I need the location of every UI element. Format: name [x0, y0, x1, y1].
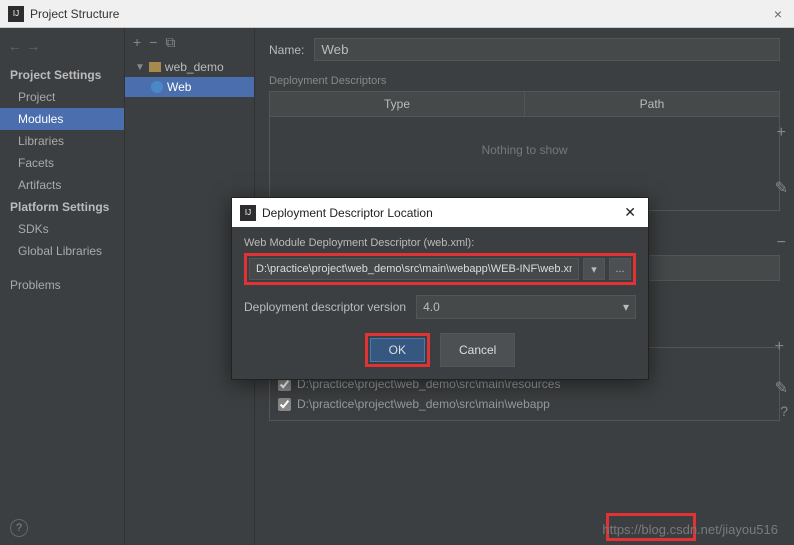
chevron-down-icon[interactable]: ▼ — [135, 62, 145, 73]
source-root-check[interactable] — [278, 398, 291, 411]
ok-button[interactable]: OK — [370, 338, 425, 362]
deploy-descriptors-table: Type Path Nothing to show — [269, 91, 780, 211]
name-input[interactable] — [314, 38, 780, 61]
version-label: Deployment descriptor version — [244, 300, 406, 314]
help-question-icon[interactable]: ? — [780, 403, 788, 419]
deployment-descriptor-dialog: IJ Deployment Descriptor Location ✕ Web … — [231, 197, 649, 380]
tree-root[interactable]: ▼ web_demo — [125, 57, 254, 77]
webxml-label: Web Module Deployment Descriptor (web.xm… — [244, 237, 636, 249]
web-icon — [151, 81, 163, 93]
chevron-down-icon: ▾ — [623, 300, 629, 314]
help-button[interactable]: ? — [10, 519, 28, 537]
sidebar-item-artifacts[interactable]: Artifacts — [0, 174, 124, 196]
highlight-path-box: ▾ ... — [244, 253, 636, 285]
tree-child-web[interactable]: Web — [125, 77, 254, 97]
path-dropdown-button[interactable]: ▾ — [583, 258, 605, 280]
dialog-title: Deployment Descriptor Location — [262, 206, 620, 220]
tree-root-label: web_demo — [165, 60, 224, 74]
tree-copy-icon[interactable]: ⧉ — [165, 34, 175, 51]
sidebar: ← → Project Settings Project Modules Lib… — [0, 28, 125, 545]
tree-remove-icon[interactable]: − — [149, 34, 157, 51]
dialog-app-icon: IJ — [240, 205, 256, 221]
cancel-button[interactable]: Cancel — [440, 333, 515, 367]
sidebar-item-modules[interactable]: Modules — [0, 108, 124, 130]
webxml-path-input[interactable] — [249, 258, 579, 280]
remove-descriptor-icon[interactable]: − — [777, 234, 786, 252]
forward-icon[interactable]: → — [26, 38, 40, 54]
watermark: https://blog.csdn.net/jiayou516 — [602, 522, 778, 537]
highlight-ok-box: OK — [365, 333, 430, 367]
source-root-row[interactable]: D:\practice\project\web_demo\src\main\we… — [278, 394, 771, 414]
edit-web-resource-icon[interactable]: ✎ — [775, 378, 788, 398]
version-value: 4.0 — [423, 300, 440, 314]
sidebar-item-sdks[interactable]: SDKs — [0, 218, 124, 240]
sidebar-item-libraries[interactable]: Libraries — [0, 130, 124, 152]
deploy-descriptors-label: Deployment Descriptors — [269, 75, 780, 87]
platform-settings-header: Platform Settings — [0, 196, 124, 218]
col-path: Path — [525, 92, 779, 116]
window-close-button[interactable]: × — [770, 6, 786, 22]
source-root-path: D:\practice\project\web_demo\src\main\we… — [297, 397, 550, 411]
sidebar-item-project[interactable]: Project — [0, 86, 124, 108]
app-icon: IJ — [8, 6, 24, 22]
folder-icon — [149, 62, 161, 72]
nav-arrows: ← → — [0, 34, 124, 64]
back-icon[interactable]: ← — [8, 38, 22, 54]
project-settings-header: Project Settings — [0, 64, 124, 86]
tree-add-icon[interactable]: + — [133, 34, 141, 51]
titlebar: IJ Project Structure × — [0, 0, 794, 28]
name-label: Name: — [269, 43, 304, 57]
sidebar-item-facets[interactable]: Facets — [0, 152, 124, 174]
browse-button[interactable]: ... — [609, 258, 631, 280]
table-empty-text: Nothing to show — [270, 117, 779, 183]
add-descriptor-icon[interactable]: + — [777, 124, 786, 142]
col-type: Type — [270, 92, 525, 116]
sidebar-item-problems[interactable]: Problems — [0, 274, 124, 296]
version-select[interactable]: 4.0 ▾ — [416, 295, 636, 319]
sidebar-item-global-libraries[interactable]: Global Libraries — [0, 240, 124, 262]
window-title: Project Structure — [30, 7, 770, 21]
tree-child-label: Web — [167, 80, 191, 94]
edit-descriptor-icon[interactable]: ✎ — [775, 178, 788, 198]
add-web-resource-icon[interactable]: + — [775, 338, 788, 356]
dialog-close-button[interactable]: ✕ — [620, 204, 640, 221]
